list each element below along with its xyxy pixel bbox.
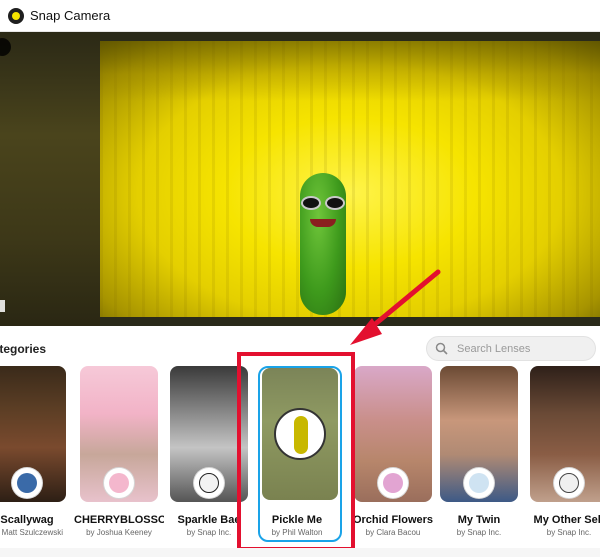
camera-area [0, 32, 600, 326]
lens-author: by Snap Inc. [456, 528, 502, 537]
other-self-icon [554, 468, 584, 498]
liquid-froth [100, 41, 600, 101]
orchid-icon [378, 468, 408, 498]
lens-author: by Matt Szulczewski [0, 528, 64, 537]
lens-name: Scallywag [0, 514, 54, 526]
categories-label: Categories [0, 342, 47, 356]
lens-card-cherryblossom[interactable] [80, 366, 158, 502]
collapse-arrow-icon[interactable] [0, 38, 11, 56]
annotation-highlight-box [237, 352, 355, 551]
lens-author: by Snap Inc. [546, 528, 592, 537]
search-input[interactable] [457, 341, 589, 357]
window-title: Snap Camera [30, 8, 111, 23]
lens-card-scallywag[interactable] [0, 366, 66, 502]
lens-author: by Joshua Keeney [86, 528, 152, 537]
search-icon [435, 342, 448, 355]
next-section-strip [0, 548, 600, 557]
pickle-character [300, 173, 346, 315]
lens-name: My Other Self [533, 514, 600, 526]
camera-preview [100, 41, 600, 317]
side-handle-icon[interactable] [0, 300, 5, 312]
pirate-avatar-icon [12, 468, 42, 498]
lens-card-orchid-flowers[interactable] [354, 366, 432, 502]
title-bar: Snap Camera [0, 0, 600, 32]
flower-crown-icon [104, 468, 134, 498]
lens-card-my-other-self[interactable] [530, 366, 600, 502]
camera-side-strip [0, 32, 100, 326]
sparkle-faces-icon [194, 468, 224, 498]
pickle-mouth [310, 219, 336, 227]
search-box[interactable] [426, 336, 596, 361]
lens-card-my-twin[interactable] [440, 366, 518, 502]
lens-name: Orchid Flowers [352, 514, 434, 526]
lens-name: CHERRYBLOSSOM [74, 514, 164, 526]
pickle-sunglasses [295, 196, 351, 212]
lens-author: by Clara Bacou [365, 528, 421, 537]
lens-name: My Twin [457, 514, 501, 526]
twin-avatar-icon [464, 468, 494, 498]
snap-camera-logo-icon [8, 8, 24, 24]
